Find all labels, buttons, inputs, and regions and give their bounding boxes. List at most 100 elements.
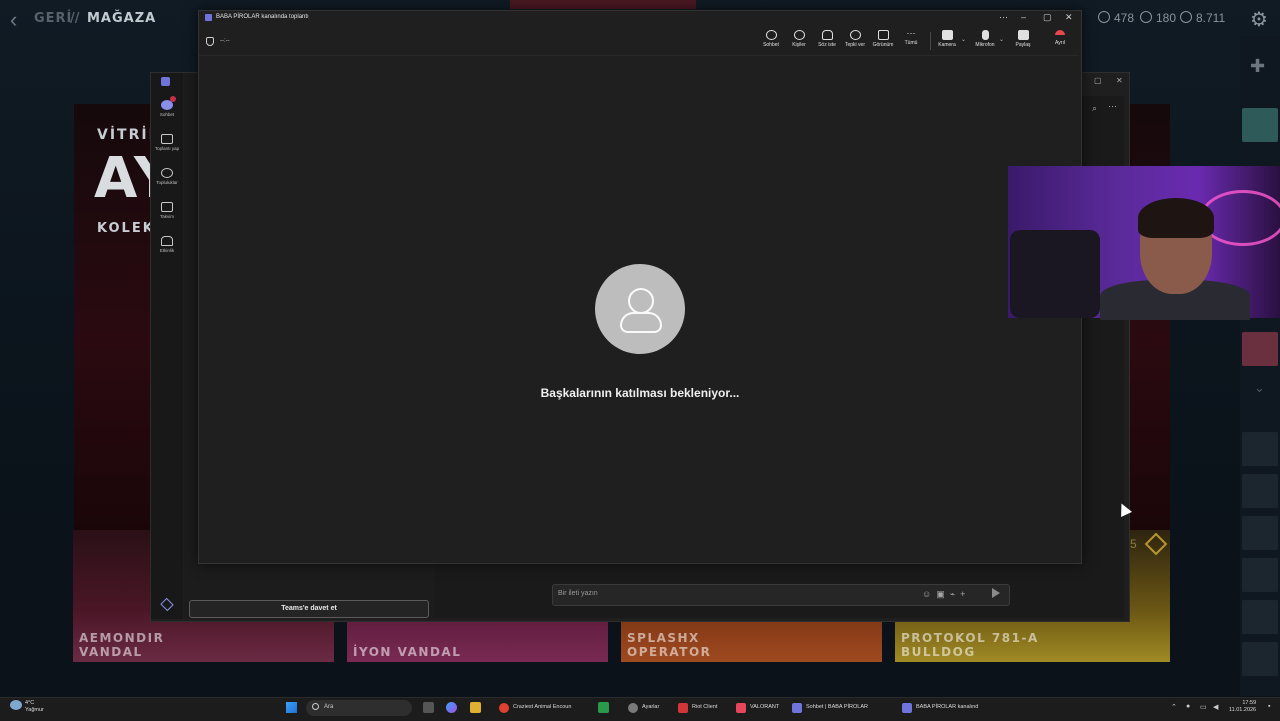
rail-item-activity[interactable]: Etkinlik [151,236,183,253]
taskbar-app-riot-client[interactable]: Riot Client [678,700,728,716]
maximize-icon[interactable]: ▢ [1043,12,1052,23]
more-icon: ⋯ [906,28,916,38]
send-icon[interactable] [992,588,1000,598]
radianite-icon [1140,11,1152,23]
spreadsheet-icon[interactable] [598,702,609,713]
rail-item-communities[interactable]: Topluluklar [151,168,183,185]
taskbar-app-chrome[interactable]: Craziest Animal Encoun [499,700,584,716]
more-icon[interactable]: ⋯ [999,12,1008,23]
emoji-icon [849,30,861,40]
close-icon[interactable]: ✕ [1065,12,1073,23]
sidebar-thumbnail[interactable] [1242,108,1278,142]
bundle-card-label: AEMONDIR VANDAL [79,631,165,659]
rail-item-calendar[interactable]: Takvim [151,202,183,219]
toolbar-divider [199,55,1079,56]
invite-to-teams-button[interactable]: Teams'e davet et [189,600,429,618]
gear-icon [628,703,638,713]
camera-options-chevron-icon[interactable]: ⌄ [961,36,966,43]
layout-icon [877,30,889,40]
communities-icon [161,168,173,178]
bundle-card-label: İYON VANDAL [353,645,462,659]
sidebar-slot[interactable] [1242,558,1278,592]
taskbar-app-teams-meeting[interactable]: BABA PİROLAR kanalınd [902,700,997,716]
sidebar-slot[interactable] [1242,432,1278,466]
raise-hand-button[interactable]: Söz iste [813,30,841,48]
raise-hand-icon [821,30,833,40]
volume-icon[interactable]: ◀ [1213,703,1218,711]
minimize-icon[interactable]: – [1021,12,1026,22]
meeting-window-title: BABA PİROLAR kanalında toplantı [216,14,309,20]
teams-icon [902,703,912,713]
share-button[interactable]: Paylaş [1009,30,1037,48]
nav-separator: // [70,11,80,26]
rail-item-chat[interactable]: Sohbet [151,100,183,117]
search-icon [312,703,319,710]
leave-button[interactable]: Ayrıl [1046,30,1074,46]
sidebar-slot[interactable] [1242,516,1278,550]
sidebar-thumbnail[interactable] [1242,332,1278,366]
riot-client-icon [678,703,688,713]
emoji-icon[interactable]: ☺ [922,589,936,599]
teams-logo-icon [205,14,212,21]
kingdom-credits-balance: 8.711 [1180,11,1225,25]
more-icon[interactable]: ⋯ [1108,101,1117,112]
task-view-icon[interactable] [423,702,434,713]
chat-button[interactable]: Sohbet [757,30,785,48]
file-explorer-icon[interactable] [470,702,481,713]
sidebar-slot[interactable] [1242,474,1278,508]
view-button[interactable]: Görünüm [869,30,897,48]
person-icon [620,312,662,333]
message-input-placeholder[interactable]: Bir ileti yazın [558,590,598,597]
microphone-options-chevron-icon[interactable]: ⌄ [999,36,1004,43]
microphone-icon[interactable]: ● [1186,703,1190,710]
shield-icon[interactable] [206,37,214,46]
camera-button[interactable]: Kamera [933,30,961,48]
nav-current-page: MAĞAZA [87,11,157,26]
taskbar-clock[interactable]: 17:59 11.01.2026 [1229,700,1256,714]
gear-icon[interactable]: ⚙ [1250,7,1268,32]
chevron-down-icon[interactable]: ⌄ [1254,380,1265,396]
taskbar-app-settings[interactable]: Ayarlar [628,700,668,716]
sidebar-slot[interactable] [1242,642,1278,676]
kingdom-credits-icon [1180,11,1192,23]
webcam-chair [1010,230,1100,318]
nav-back-label[interactable]: GERİ [34,11,72,26]
people-button[interactable]: Kişiler [785,30,813,48]
bell-icon [161,236,173,246]
share-icon [1017,30,1029,40]
add-friend-icon[interactable]: ✚ [1250,56,1265,77]
windows-start-icon[interactable] [286,702,297,713]
valorant-points-icon [1098,11,1110,23]
card-price-partial: 5 [1130,537,1137,551]
gif-icon[interactable]: ▣ [936,589,950,599]
taskbar-app-teams-chat[interactable]: Sohbet | BABA PİROLAR [792,700,892,716]
show-hidden-icons-chevron-icon[interactable]: ⌃ [1171,703,1177,711]
webcam-person-hair [1138,198,1214,238]
attach-icon[interactable]: ⌁ [950,589,960,599]
calendar-icon [161,202,173,212]
compose-tools[interactable]: ☺▣⌁+ [922,589,970,600]
maximize-icon[interactable]: ▢ [1094,76,1102,85]
sidebar-slot[interactable] [1242,600,1278,634]
microphone-button[interactable]: Mikrofon [971,30,999,48]
react-button[interactable]: Tepki ver [841,30,869,48]
notification-bell-icon[interactable]: ▪ [1268,703,1270,710]
camera-icon [941,30,953,40]
taskbar-app-valorant[interactable]: VALORANT [736,700,786,716]
teams-icon [792,703,802,713]
copilot-icon[interactable] [446,702,457,713]
network-icon[interactable]: ▭ [1200,703,1207,711]
teams-logo-icon [161,77,170,86]
toolbar-divider [930,32,931,50]
microphone-icon [981,30,989,40]
weather-widget[interactable]: 4°C Yağmur [25,700,44,714]
taskbar-search-placeholder[interactable]: Ara [324,704,333,710]
rail-item-meet[interactable]: Toplantı yap [151,134,183,151]
search-icon[interactable]: ⌕ [1092,103,1097,114]
weather-icon[interactable] [10,700,22,710]
taskbar-search-box[interactable] [306,700,412,716]
back-arrow-icon[interactable]: ‹ [10,7,17,33]
more-actions-button[interactable]: ⋯ Tümü [897,28,925,47]
close-icon[interactable]: ✕ [1116,76,1123,85]
plus-icon[interactable]: + [960,589,970,599]
